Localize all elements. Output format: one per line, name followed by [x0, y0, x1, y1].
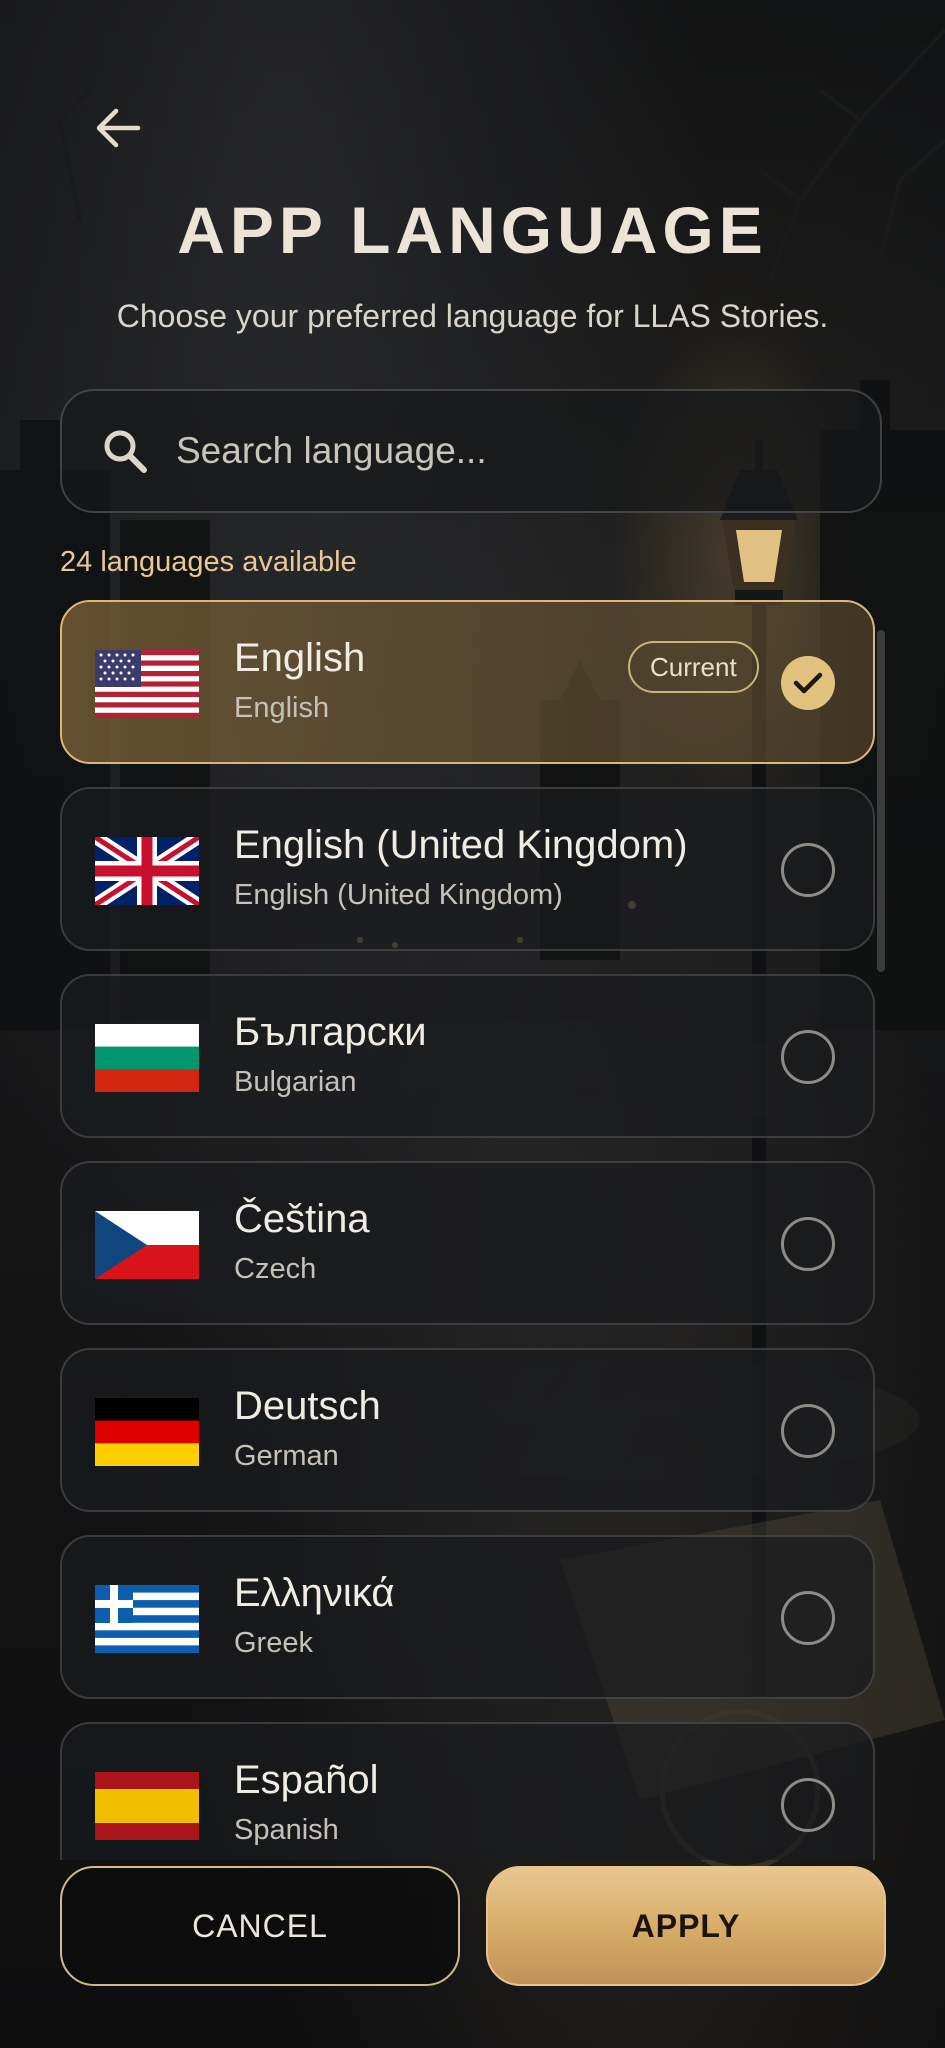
- search-bar[interactable]: [60, 389, 882, 513]
- radio-unselected[interactable]: [781, 1591, 835, 1645]
- language-item-english[interactable]: English English Current: [60, 600, 875, 764]
- checkmark-icon: [793, 672, 823, 694]
- language-native-name: Ελληνικά: [234, 1571, 395, 1615]
- search-input[interactable]: [174, 429, 818, 473]
- language-native-name: Български: [234, 1010, 427, 1054]
- current-badge: Current: [628, 641, 759, 693]
- language-item-german[interactable]: Deutsch German: [60, 1348, 875, 1512]
- radio-unselected[interactable]: [781, 1404, 835, 1458]
- arrow-left-icon: [96, 108, 141, 148]
- language-native-name: Español: [234, 1758, 379, 1802]
- language-native-name: English (United Kingdom): [234, 823, 688, 867]
- language-english-name: Spanish: [234, 1814, 339, 1846]
- radio-unselected[interactable]: [781, 1778, 835, 1832]
- language-item-czech[interactable]: Čeština Czech: [60, 1161, 875, 1325]
- greece-flag-icon: [95, 1585, 199, 1653]
- language-english-name: Czech: [234, 1253, 317, 1285]
- czech-flag-icon: [95, 1211, 199, 1279]
- bulgaria-flag-icon: [95, 1024, 199, 1092]
- back-button[interactable]: [88, 98, 148, 158]
- language-native-name: Deutsch: [234, 1384, 381, 1428]
- language-english-name: Greek: [234, 1627, 313, 1659]
- germany-flag-icon: [95, 1398, 199, 1466]
- list-scrollbar[interactable]: [877, 630, 885, 972]
- search-icon: [104, 430, 147, 473]
- radio-selected[interactable]: [781, 656, 835, 710]
- us-flag-icon: [95, 650, 199, 718]
- spain-flag-icon: [95, 1772, 199, 1840]
- languages-count: 24 languages available: [60, 546, 357, 578]
- apply-button[interactable]: APPLY: [486, 1866, 886, 1986]
- language-item-greek[interactable]: Ελληνικά Greek: [60, 1535, 875, 1699]
- page-title: APP LANGUAGE: [177, 193, 768, 267]
- language-item-spanish[interactable]: Español Spanish: [60, 1722, 875, 1860]
- language-native-name: Čeština: [234, 1197, 370, 1241]
- uk-flag-icon: [95, 837, 199, 905]
- language-english-name: English (United Kingdom): [234, 879, 563, 911]
- page-subtitle: Choose your preferred language for LLAS …: [116, 298, 829, 334]
- language-english-name: English: [234, 692, 330, 724]
- radio-unselected[interactable]: [781, 843, 835, 897]
- cancel-button[interactable]: CANCEL: [60, 1866, 460, 1986]
- language-english-name: German: [234, 1440, 339, 1472]
- radio-unselected[interactable]: [781, 1030, 835, 1084]
- language-item-english-uk[interactable]: English (United Kingdom) English (United…: [60, 787, 875, 951]
- radio-unselected[interactable]: [781, 1217, 835, 1271]
- language-list: English English Current English (United …: [60, 600, 875, 1860]
- language-native-name: English: [234, 636, 366, 680]
- language-english-name: Bulgarian: [234, 1066, 357, 1098]
- language-item-bulgarian[interactable]: Български Bulgarian: [60, 974, 875, 1138]
